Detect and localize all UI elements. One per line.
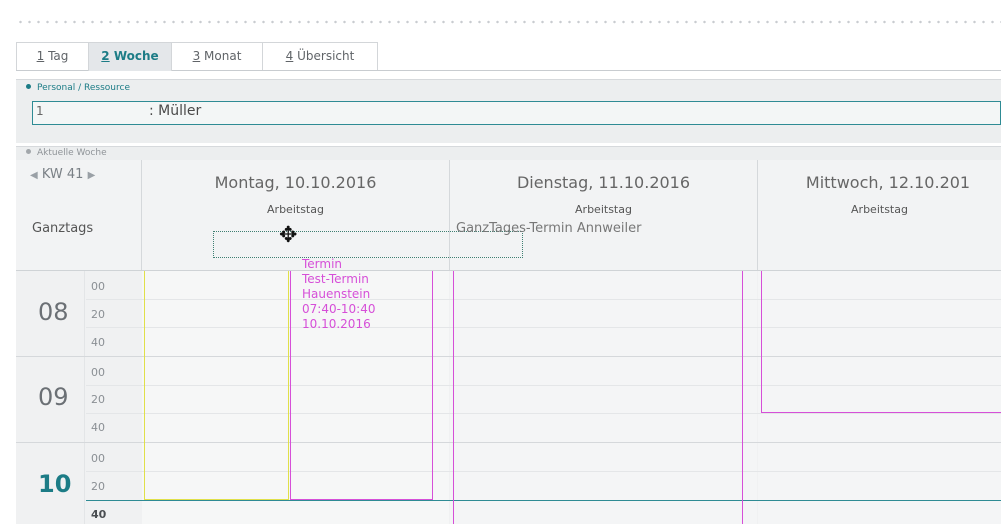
hour-divider	[16, 442, 1001, 443]
appointment-border	[761, 271, 762, 413]
tab-day[interactable]: 1 Tag	[16, 42, 89, 70]
week-panel-title: Aktuelle Woche	[26, 148, 107, 158]
resource-name: : Müller	[149, 103, 202, 119]
view-tab-bar: 1 Tag 2 Woche 3 Monat 4 Übersicht	[16, 42, 1001, 71]
hour-divider	[16, 356, 1001, 357]
minute-gutter-divider	[84, 271, 85, 524]
hour-label: 08	[38, 298, 69, 326]
minute-label: 40	[91, 421, 105, 434]
minute-label: 00	[91, 452, 105, 465]
day-type-monday: Arbeitstag	[267, 203, 324, 216]
hour-label-current: 10	[38, 470, 72, 498]
event-border-yellow	[144, 499, 289, 500]
appointment-test-termin[interactable]: Termin Test-Termin Hauenstein 07:40-10:4…	[302, 257, 376, 332]
current-time-line	[86, 500, 1001, 501]
appointment-line: Hauenstein	[302, 287, 371, 301]
day-type-tuesday: Arbeitstag	[575, 203, 632, 216]
day-header-wednesday[interactable]: Mittwoch, 12.10.201	[758, 173, 1001, 192]
appointment-line: 07:40-10:40	[302, 302, 376, 316]
panel-bullet-icon	[26, 84, 31, 89]
top-dotted-separator	[16, 19, 1001, 25]
prev-week-icon[interactable]: ◀	[30, 170, 38, 181]
day-header-monday[interactable]: Montag, 10.10.2016	[142, 173, 449, 192]
resource-panel-title: Personal / Ressource	[26, 83, 130, 93]
appointment-line: Test-Termin	[302, 272, 369, 286]
minute-divider	[86, 413, 1001, 414]
event-border-yellow	[288, 271, 289, 500]
minute-divider	[86, 327, 1001, 328]
allday-label: Ganztags	[32, 221, 94, 236]
panel-bullet-icon	[26, 149, 31, 154]
minute-label: 00	[91, 280, 105, 293]
monday-column[interactable]	[142, 271, 449, 524]
event-border-yellow	[144, 271, 145, 500]
appointment-border	[432, 271, 433, 500]
appointment-border	[290, 499, 433, 500]
appointment-border	[290, 271, 291, 500]
minute-divider	[86, 385, 1001, 386]
minute-divider	[86, 471, 1001, 472]
appointment-line: Termin	[302, 257, 343, 271]
minute-label: 00	[91, 366, 105, 379]
appointment-border	[453, 271, 454, 524]
allday-event[interactable]: GanzTages-Termin Annweiler	[456, 221, 641, 236]
resource-input[interactable]: 1 : Müller	[32, 101, 1001, 125]
day-type-wednesday: Arbeitstag	[851, 203, 908, 216]
tuesday-column[interactable]	[450, 271, 757, 524]
appointment-border	[761, 412, 1001, 413]
move-cursor-icon: ✥	[279, 223, 298, 248]
hour-label: 09	[38, 383, 69, 411]
week-navigator: ◀ KW 41 ▶	[30, 167, 95, 182]
appointment-border	[742, 271, 743, 524]
minute-label: 20	[91, 308, 105, 321]
minute-label: 20	[91, 393, 105, 406]
minute-label-current: 40	[91, 508, 107, 521]
tab-month[interactable]: 3 Monat	[171, 42, 263, 70]
tab-overview[interactable]: 4 Übersicht	[262, 42, 378, 70]
minute-divider	[86, 299, 1001, 300]
minute-label: 20	[91, 480, 105, 493]
wednesday-column[interactable]	[758, 271, 1001, 524]
tab-week[interactable]: 2 Woche	[88, 42, 172, 71]
minute-label: 40	[91, 336, 105, 349]
appointment-line: 10.10.2016	[302, 317, 371, 331]
day-header-tuesday[interactable]: Dienstag, 11.10.2016	[450, 173, 757, 192]
week-panel-header: Aktuelle Woche	[16, 146, 1001, 161]
next-week-icon[interactable]: ▶	[88, 170, 96, 181]
week-number: KW 41	[41, 167, 84, 182]
resource-id: 1	[36, 104, 44, 118]
